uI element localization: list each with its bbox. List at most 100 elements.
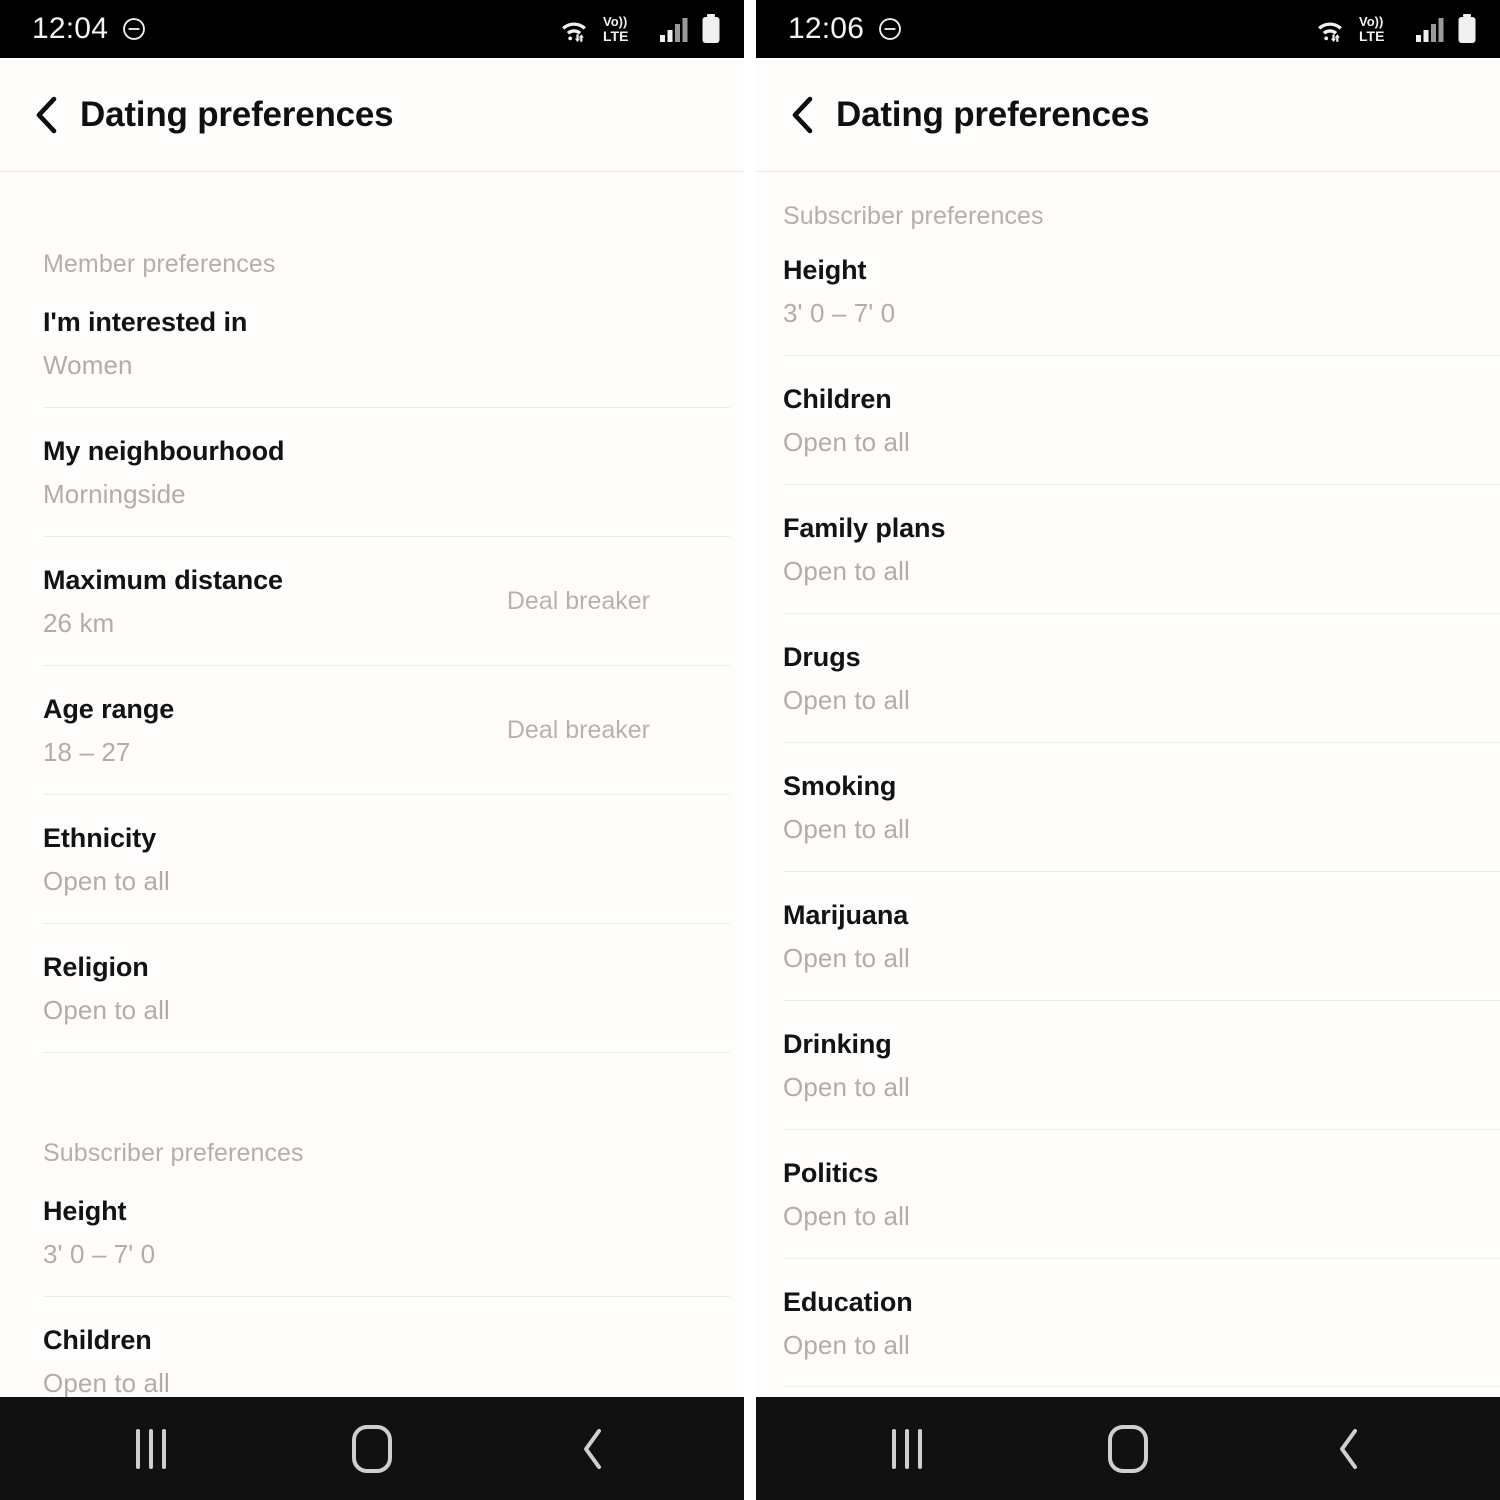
row-value: 18 – 27 xyxy=(43,736,131,767)
list-item[interactable]: Religion Open to all xyxy=(43,924,730,1053)
volte-icon: Vo)) LTE xyxy=(603,14,628,44)
recent-apps-icon xyxy=(135,1428,166,1469)
row-label: Drinking xyxy=(783,1028,892,1059)
system-navigation-bar xyxy=(0,1397,744,1500)
row-label: My neighbourhood xyxy=(43,435,285,466)
list-item[interactable]: Ethnicity Open to all xyxy=(43,795,730,924)
row-label: Ethnicity xyxy=(43,822,157,853)
recent-apps-button[interactable] xyxy=(91,1414,211,1484)
svg-text:Vo)): Vo)) xyxy=(1359,14,1383,29)
row-label: Politics xyxy=(783,1157,879,1188)
list-item[interactable]: Children Open to all xyxy=(43,1297,730,1397)
list-item[interactable]: Height 3' 0 – 7' 0 xyxy=(43,1196,730,1297)
row-label: Age range xyxy=(43,693,175,724)
list-item[interactable]: Marijuana Open to all xyxy=(783,872,1500,1001)
row-value: Open to all xyxy=(783,1329,910,1360)
status-bar-left: 12:04 xyxy=(32,14,147,44)
app-header: Dating preferences xyxy=(0,58,744,172)
row-value: 3' 0 – 7' 0 xyxy=(783,298,896,329)
list-item[interactable]: Education Open to all xyxy=(783,1259,1500,1388)
phone-screen-right: 12:06 Vo)) LTE Dating preferences Subscr… xyxy=(750,0,1500,1500)
list-item[interactable]: Politics Open to all xyxy=(783,1130,1500,1259)
volte-icon: Vo)) LTE xyxy=(1359,14,1384,44)
home-button[interactable] xyxy=(312,1414,432,1484)
status-bar-left: 12:06 xyxy=(788,14,903,44)
page-title: Dating preferences xyxy=(80,94,394,134)
svg-text:LTE: LTE xyxy=(603,28,628,44)
status-time: 12:04 xyxy=(32,12,109,45)
row-value: Women xyxy=(43,350,133,381)
status-bar: 12:06 Vo)) LTE xyxy=(756,0,1500,58)
back-icon xyxy=(584,1428,602,1469)
dual-screenshot-container: 12:04 Vo)) LTE Dating preferences Member… xyxy=(0,0,1500,1500)
status-bar-right: Vo)) LTE xyxy=(1313,13,1478,45)
deal-breaker-badge: Deal breaker xyxy=(506,587,650,616)
status-bar-right: Vo)) LTE xyxy=(557,13,722,45)
row-label: Height xyxy=(43,1195,127,1226)
list-item[interactable]: Age range 18 – 27 Deal breaker xyxy=(43,666,730,795)
row-label: Family plans xyxy=(783,512,946,543)
section-member-preferences: Member preferences I'm interested in Wom… xyxy=(43,250,730,1053)
wifi-icon xyxy=(1318,22,1342,42)
list-item[interactable]: Height 3' 0 – 7' 0 xyxy=(783,255,1500,356)
list-item[interactable]: I'm interested in Women xyxy=(43,307,730,408)
list-item[interactable]: Children Open to all xyxy=(783,356,1500,485)
list-item[interactable]: Drinking Open to all xyxy=(783,1001,1500,1130)
row-label: Drugs xyxy=(783,641,861,672)
do-not-disturb-icon xyxy=(879,18,901,40)
row-label: Children xyxy=(43,1324,152,1355)
row-value: Open to all xyxy=(783,426,910,457)
row-label: I'm interested in xyxy=(43,307,248,337)
row-value: Open to all xyxy=(783,1071,910,1102)
status-time: 12:06 xyxy=(788,12,865,45)
status-bar: 12:04 Vo)) LTE xyxy=(0,0,744,58)
row-label: Children xyxy=(783,383,892,414)
do-not-disturb-icon xyxy=(123,18,145,40)
section-heading: Subscriber preferences xyxy=(783,202,1044,230)
signal-bars-icon xyxy=(1416,18,1444,42)
row-label: Height xyxy=(783,255,867,285)
preferences-scroll-area[interactable]: Subscriber preferences Height 3' 0 – 7' … xyxy=(756,172,1500,1397)
section-heading: Subscriber preferences xyxy=(43,1138,304,1167)
wifi-icon xyxy=(562,22,586,42)
battery-icon xyxy=(1458,14,1476,43)
back-button[interactable] xyxy=(1289,1414,1409,1484)
svg-text:Vo)): Vo)) xyxy=(603,14,627,29)
list-item[interactable]: Maximum distance 26 km Deal breaker xyxy=(43,537,730,666)
row-value: Open to all xyxy=(43,865,170,896)
list-item[interactable]: My neighbourhood Morningside xyxy=(43,408,730,537)
back-chevron-icon[interactable] xyxy=(34,95,60,135)
section-subscriber-preferences: Subscriber preferences Height 3' 0 – 7' … xyxy=(43,1139,730,1397)
row-label: Marijuana xyxy=(783,899,909,930)
row-label: Maximum distance xyxy=(43,564,283,595)
row-label: Religion xyxy=(43,951,149,982)
row-value: Open to all xyxy=(783,1200,910,1231)
page-title: Dating preferences xyxy=(836,94,1150,134)
recent-apps-icon xyxy=(891,1428,922,1469)
row-value: Open to all xyxy=(783,813,910,844)
svg-text:LTE: LTE xyxy=(1359,28,1384,44)
list-item[interactable]: Drugs Open to all xyxy=(783,614,1500,743)
home-icon xyxy=(1107,1424,1148,1473)
row-value: Open to all xyxy=(783,684,910,715)
row-value: Morningside xyxy=(43,478,186,509)
section-heading: Member preferences xyxy=(43,250,276,278)
row-value: 26 km xyxy=(43,607,115,638)
back-button[interactable] xyxy=(533,1414,653,1484)
row-value: Open to all xyxy=(43,1367,170,1397)
list-item[interactable]: Smoking Open to all xyxy=(783,743,1500,872)
battery-icon xyxy=(702,14,720,43)
row-value: Open to all xyxy=(783,942,910,973)
back-icon xyxy=(1340,1428,1358,1469)
recent-apps-button[interactable] xyxy=(847,1414,967,1484)
preferences-scroll-area[interactable]: Member preferences I'm interested in Wom… xyxy=(0,172,744,1397)
deal-breaker-badge: Deal breaker xyxy=(506,716,650,745)
row-value: 3' 0 – 7' 0 xyxy=(43,1238,156,1269)
list-item[interactable]: Family plans Open to all xyxy=(783,485,1500,614)
back-chevron-icon[interactable] xyxy=(790,95,816,135)
system-navigation-bar xyxy=(756,1397,1500,1500)
row-label: Education xyxy=(783,1286,913,1317)
home-button[interactable] xyxy=(1068,1414,1188,1484)
home-icon xyxy=(351,1424,392,1473)
